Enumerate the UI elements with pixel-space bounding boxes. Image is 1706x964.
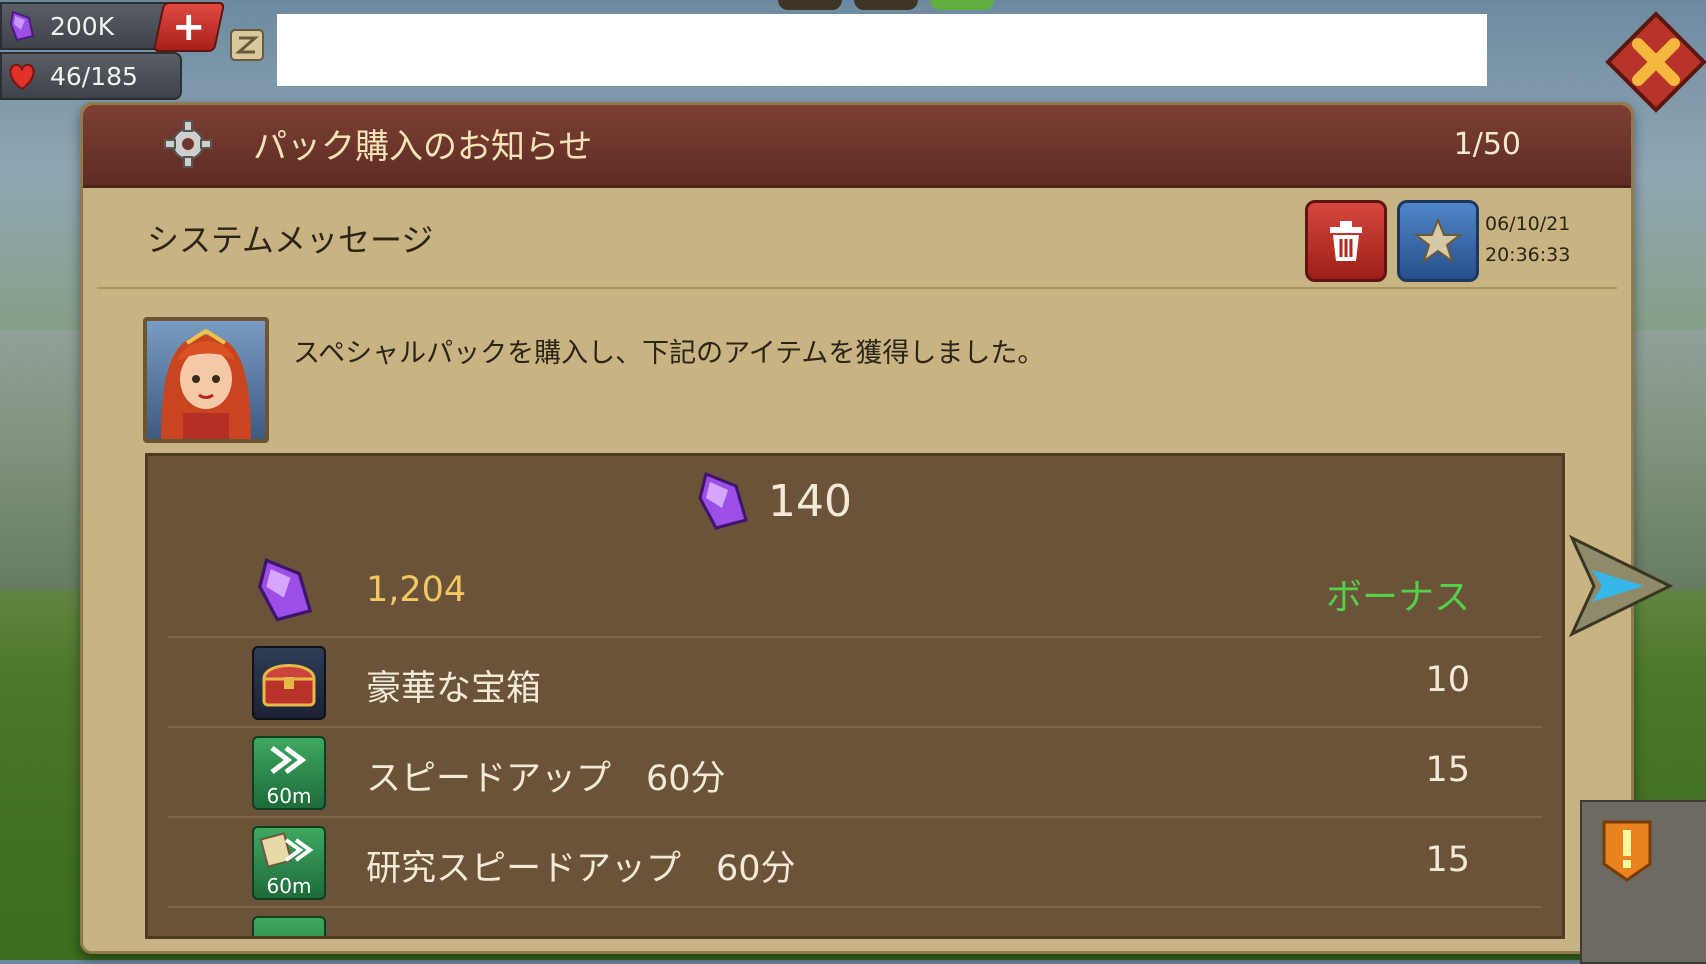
item-name: 豪華な宝箱 [366, 669, 542, 709]
scroll-icon[interactable] [225, 22, 271, 68]
mail-time: 20:36:33 [1485, 244, 1571, 266]
next-mail-button[interactable] [1566, 530, 1676, 640]
gem-icon [2, 10, 42, 42]
tile-label: 60m [266, 784, 312, 808]
delete-button[interactable] [1305, 200, 1387, 282]
gem-icon [252, 556, 322, 626]
avatar [143, 317, 269, 443]
dialog-titlebar: パック購入のお知らせ 1/50 [83, 105, 1631, 188]
mail-dialog: パック購入のお知らせ 1/50 システムメッセージ 06/10/21 20:36… [80, 102, 1634, 954]
gem-reward-amount: 140 [768, 476, 852, 527]
background-wall-left [0, 330, 90, 590]
reward-list: 140 1,204 ボーナス 豪華な宝箱 10 60m スピードアップ 60分 … [145, 453, 1565, 939]
mail-counter: 1/50 [1453, 127, 1521, 162]
mail-message: スペシャルパックを購入し、下記のアイテムを獲得しました。 [293, 338, 1045, 369]
next-arrow-icon [1568, 534, 1674, 638]
treasure-chest-icon [252, 646, 326, 720]
gear-icon[interactable] [163, 119, 213, 169]
gem-amount: 200K [50, 11, 115, 41]
mail-date: 06/10/21 [1485, 213, 1571, 235]
stamina-counter: 46/185 [0, 52, 182, 100]
item-quantity: 15 [1425, 840, 1470, 880]
trash-icon [1330, 221, 1362, 261]
list-item: 豪華な宝箱 10 [168, 638, 1542, 728]
list-item-partial [168, 908, 1542, 936]
close-icon [1605, 11, 1706, 113]
stamina-amount: 46/185 [50, 61, 138, 91]
item-icon [252, 916, 326, 936]
bonus-gem-amount: 1,204 [366, 570, 467, 610]
speedup-icon: 60m [252, 736, 326, 810]
star-icon [1413, 217, 1463, 264]
alert-icon[interactable] [1598, 818, 1656, 882]
top-tab-indicators [778, 0, 998, 12]
tile-label: 60m [266, 874, 312, 898]
list-item: 60m 研究スピードアップ 60分 15 [168, 818, 1542, 908]
item-name: 研究スピードアップ 60分 [366, 849, 796, 889]
bonus-label: ボーナス [1325, 577, 1470, 618]
gem-reward-header: 140 [148, 456, 1522, 546]
buy-gems-button[interactable]: + [152, 2, 226, 52]
sender-name: システムメッセージ [147, 221, 434, 259]
heart-icon [2, 61, 42, 91]
list-item: 60m スピードアップ 60分 15 [168, 728, 1542, 818]
list-item: 1,204 ボーナス [168, 548, 1542, 638]
item-name: スピードアップ 60分 [366, 759, 726, 799]
timestamp: 06/10/21 20:36:33 [1485, 209, 1570, 271]
divider [97, 287, 1617, 289]
favorite-button[interactable] [1397, 200, 1479, 282]
notification-banner [277, 14, 1487, 86]
gem-icon [694, 470, 752, 536]
close-button[interactable] [1604, 10, 1706, 114]
item-quantity: 15 [1425, 750, 1470, 790]
dialog-title: パック購入のお知らせ [253, 127, 593, 167]
research-speedup-icon: 60m [252, 826, 326, 900]
item-quantity: 10 [1425, 660, 1470, 700]
